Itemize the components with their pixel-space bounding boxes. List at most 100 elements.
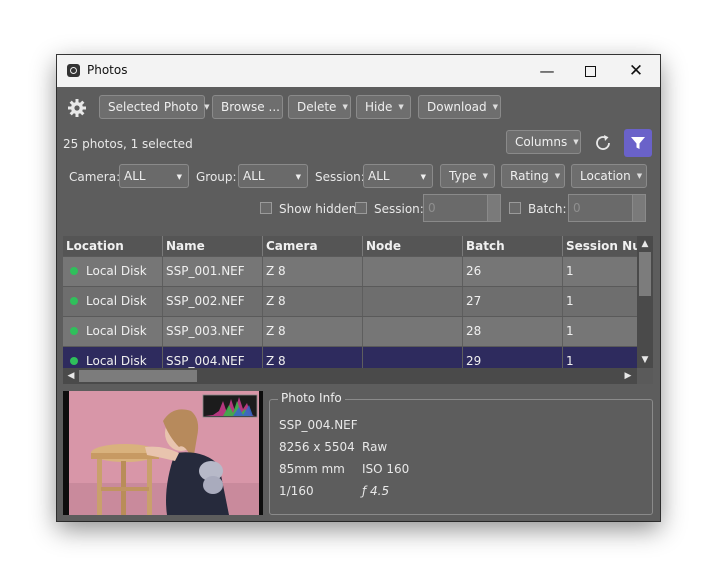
delete-label: Delete bbox=[297, 100, 337, 114]
scroll-left-icon[interactable]: ◀ bbox=[64, 369, 78, 383]
column-header-name[interactable]: Name bbox=[163, 236, 263, 256]
cell-camera: Z 8 bbox=[263, 287, 363, 316]
group-select[interactable]: ALL ▼ bbox=[238, 164, 308, 188]
chevron-down-icon: ▼ bbox=[573, 138, 579, 146]
batch-spinner-value: 0 bbox=[573, 201, 581, 215]
table-row[interactable]: Local Disk SSP_001.NEF Z 8 26 1 bbox=[63, 256, 637, 286]
cell-session: 1 bbox=[566, 324, 574, 338]
table-row-selected[interactable]: Local Disk SSP_004.NEF Z 8 29 1 bbox=[63, 346, 637, 369]
cell-camera: Z 8 bbox=[263, 257, 363, 286]
session-select[interactable]: ALL ▼ bbox=[363, 164, 433, 188]
table-row[interactable]: Local Disk SSP_003.NEF Z 8 28 1 bbox=[63, 316, 637, 346]
selected-photo-label: Selected Photo bbox=[108, 100, 199, 114]
scroll-down-icon[interactable]: ▼ bbox=[638, 353, 652, 367]
camera-select-value: ALL bbox=[124, 169, 146, 183]
session-spinner-arrows[interactable] bbox=[487, 195, 500, 221]
photo-count-status: 25 photos, 1 selected bbox=[63, 137, 193, 151]
type-button[interactable]: Type ▼ bbox=[440, 164, 495, 188]
group-select-value: ALL bbox=[243, 169, 265, 183]
show-hidden-checkbox[interactable] bbox=[260, 202, 272, 214]
filter-icon bbox=[631, 137, 645, 149]
selected-photo-button[interactable]: Selected Photo ▼ bbox=[99, 95, 209, 119]
column-header-node[interactable]: Node bbox=[363, 236, 463, 256]
cell-location: Local Disk bbox=[63, 287, 163, 316]
cell-session: 1 bbox=[566, 264, 574, 278]
close-button[interactable]: ✕ bbox=[613, 55, 659, 87]
refresh-button[interactable] bbox=[590, 130, 616, 156]
location-button[interactable]: Location ▼ bbox=[571, 164, 647, 188]
scroll-corner bbox=[637, 368, 653, 384]
batch-spinner[interactable]: 0 bbox=[568, 194, 646, 222]
refresh-icon bbox=[596, 135, 610, 150]
column-header-session-num[interactable]: Session Num bbox=[563, 236, 637, 256]
cell-location: Local Disk bbox=[63, 317, 163, 346]
browse-label: Browse ... bbox=[221, 100, 280, 114]
cell-session: 1 bbox=[566, 294, 574, 308]
settings-button[interactable] bbox=[65, 96, 89, 120]
download-button[interactable]: Download ▼ bbox=[418, 95, 501, 119]
filter-button[interactable] bbox=[624, 129, 652, 157]
info-iso: ISO 160 bbox=[362, 462, 410, 476]
browse-button[interactable]: Browse ... bbox=[212, 95, 283, 119]
session-select-value: ALL bbox=[368, 169, 390, 183]
chevron-down-icon: ▼ bbox=[204, 103, 210, 111]
location-label: Location bbox=[580, 169, 631, 183]
table-header: Location Name Camera Node Batch Session … bbox=[63, 236, 637, 256]
batch-checkbox[interactable] bbox=[509, 202, 521, 214]
camera-select[interactable]: ALL ▼ bbox=[119, 164, 189, 188]
show-hidden-label: Show hidden bbox=[279, 202, 357, 216]
type-label: Type bbox=[449, 169, 477, 183]
chevron-down-icon: ▼ bbox=[295, 173, 301, 181]
horizontal-scroll-thumb[interactable] bbox=[79, 370, 197, 382]
chevron-down-icon: ▼ bbox=[482, 172, 488, 180]
column-header-batch[interactable]: Batch bbox=[463, 236, 563, 256]
session-checkbox[interactable] bbox=[355, 202, 367, 214]
cell-camera: Z 8 bbox=[263, 347, 363, 369]
horizontal-scrollbar[interactable]: ◀ ▶ bbox=[63, 368, 637, 384]
title-bar[interactable]: Photos — ✕ bbox=[57, 55, 660, 87]
column-header-camera[interactable]: Camera bbox=[263, 236, 363, 256]
rating-button[interactable]: Rating ▼ bbox=[501, 164, 565, 188]
column-header-location[interactable]: Location bbox=[63, 236, 163, 256]
scroll-up-icon[interactable]: ▲ bbox=[638, 237, 652, 251]
cell-location: Local Disk bbox=[63, 347, 163, 369]
window-title: Photos bbox=[87, 63, 128, 77]
delete-button[interactable]: Delete ▼ bbox=[288, 95, 351, 119]
info-focal-length: 85mm mm bbox=[279, 462, 345, 476]
hide-button[interactable]: Hide ▼ bbox=[356, 95, 411, 119]
cell-batch: 29 bbox=[463, 347, 563, 369]
cell-name: SSP_001.NEF bbox=[163, 257, 263, 286]
cell-session: 1 bbox=[566, 354, 574, 368]
chevron-down-icon: ▼ bbox=[342, 103, 348, 111]
columns-button[interactable]: Columns ▼ bbox=[506, 130, 581, 154]
cell-node bbox=[363, 287, 463, 316]
table-row[interactable]: Local Disk SSP_002.NEF Z 8 27 1 bbox=[63, 286, 637, 316]
cell-location-text: Local Disk bbox=[86, 294, 147, 308]
photos-window: Photos — ✕ Selected Photo ▼ Browse ... D… bbox=[57, 55, 660, 521]
minimize-icon: — bbox=[539, 62, 555, 80]
vertical-scroll-thumb[interactable] bbox=[639, 252, 651, 296]
session-label: Session: bbox=[315, 170, 365, 184]
vertical-scrollbar[interactable]: ▲ ▼ bbox=[637, 236, 653, 368]
photo-thumbnail-image bbox=[63, 391, 263, 515]
info-aperture: ƒ 4.5 bbox=[362, 484, 390, 498]
cell-batch: 27 bbox=[463, 287, 563, 316]
photos-table: Location Name Camera Node Batch Session … bbox=[63, 236, 653, 384]
info-format: Raw bbox=[362, 440, 388, 454]
cell-location: Local Disk bbox=[63, 257, 163, 286]
cell-batch: 28 bbox=[463, 317, 563, 346]
status-dot-icon bbox=[70, 326, 78, 335]
scroll-right-icon[interactable]: ▶ bbox=[621, 369, 635, 383]
photo-preview[interactable] bbox=[63, 391, 263, 515]
camera-label: Camera: bbox=[69, 170, 121, 184]
session-spinner-value: 0 bbox=[428, 201, 436, 215]
info-dimensions: 8256 x 5504 bbox=[279, 440, 355, 454]
cell-batch: 26 bbox=[463, 257, 563, 286]
batch-spinner-arrows[interactable] bbox=[632, 195, 645, 221]
maximize-button[interactable] bbox=[567, 55, 613, 87]
status-dot-icon bbox=[70, 266, 78, 275]
session-check-label: Session: bbox=[374, 202, 424, 216]
session-spinner[interactable]: 0 bbox=[423, 194, 501, 222]
minimize-button[interactable]: — bbox=[524, 55, 570, 87]
batch-label: Batch: bbox=[528, 202, 567, 216]
